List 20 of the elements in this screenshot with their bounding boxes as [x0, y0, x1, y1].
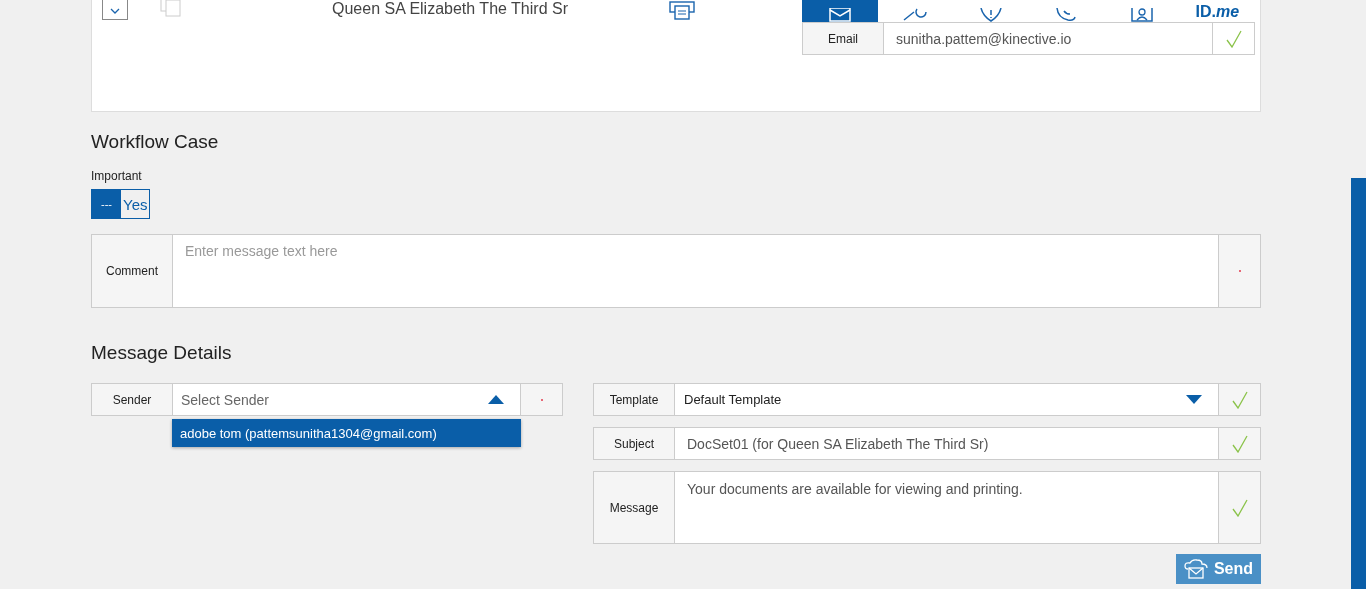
tick-icon	[110, 7, 120, 15]
cloud-envelope-icon	[1183, 559, 1208, 579]
caret-icon	[1186, 395, 1202, 404]
id-card-icon	[1130, 8, 1153, 22]
shield-icon	[978, 8, 1003, 22]
scrollbar[interactable]	[1351, 178, 1366, 589]
field-label: Template	[594, 384, 675, 415]
section-heading: Message Details	[91, 342, 233, 365]
printer-icon[interactable]	[669, 0, 695, 20]
dropdown-option[interactable]: adobe tom (pattemsunitha1304@gmail.com)	[172, 419, 521, 447]
verification-tab[interactable]	[802, 0, 878, 22]
section-heading: Workflow Case	[91, 131, 220, 154]
field-label: Important	[91, 169, 143, 183]
verification-tab[interactable]: ID.me	[1179, 0, 1255, 22]
toggle-option[interactable]: ---	[92, 190, 121, 218]
checkbox[interactable]	[102, 0, 128, 20]
recipient-name: Queen SA Elizabeth The Third Sr	[332, 0, 569, 18]
field-label: Sender	[92, 384, 173, 415]
send-button[interactable]: Send	[1176, 554, 1261, 584]
sender-dropdown[interactable]: Select Sender	[173, 384, 520, 415]
